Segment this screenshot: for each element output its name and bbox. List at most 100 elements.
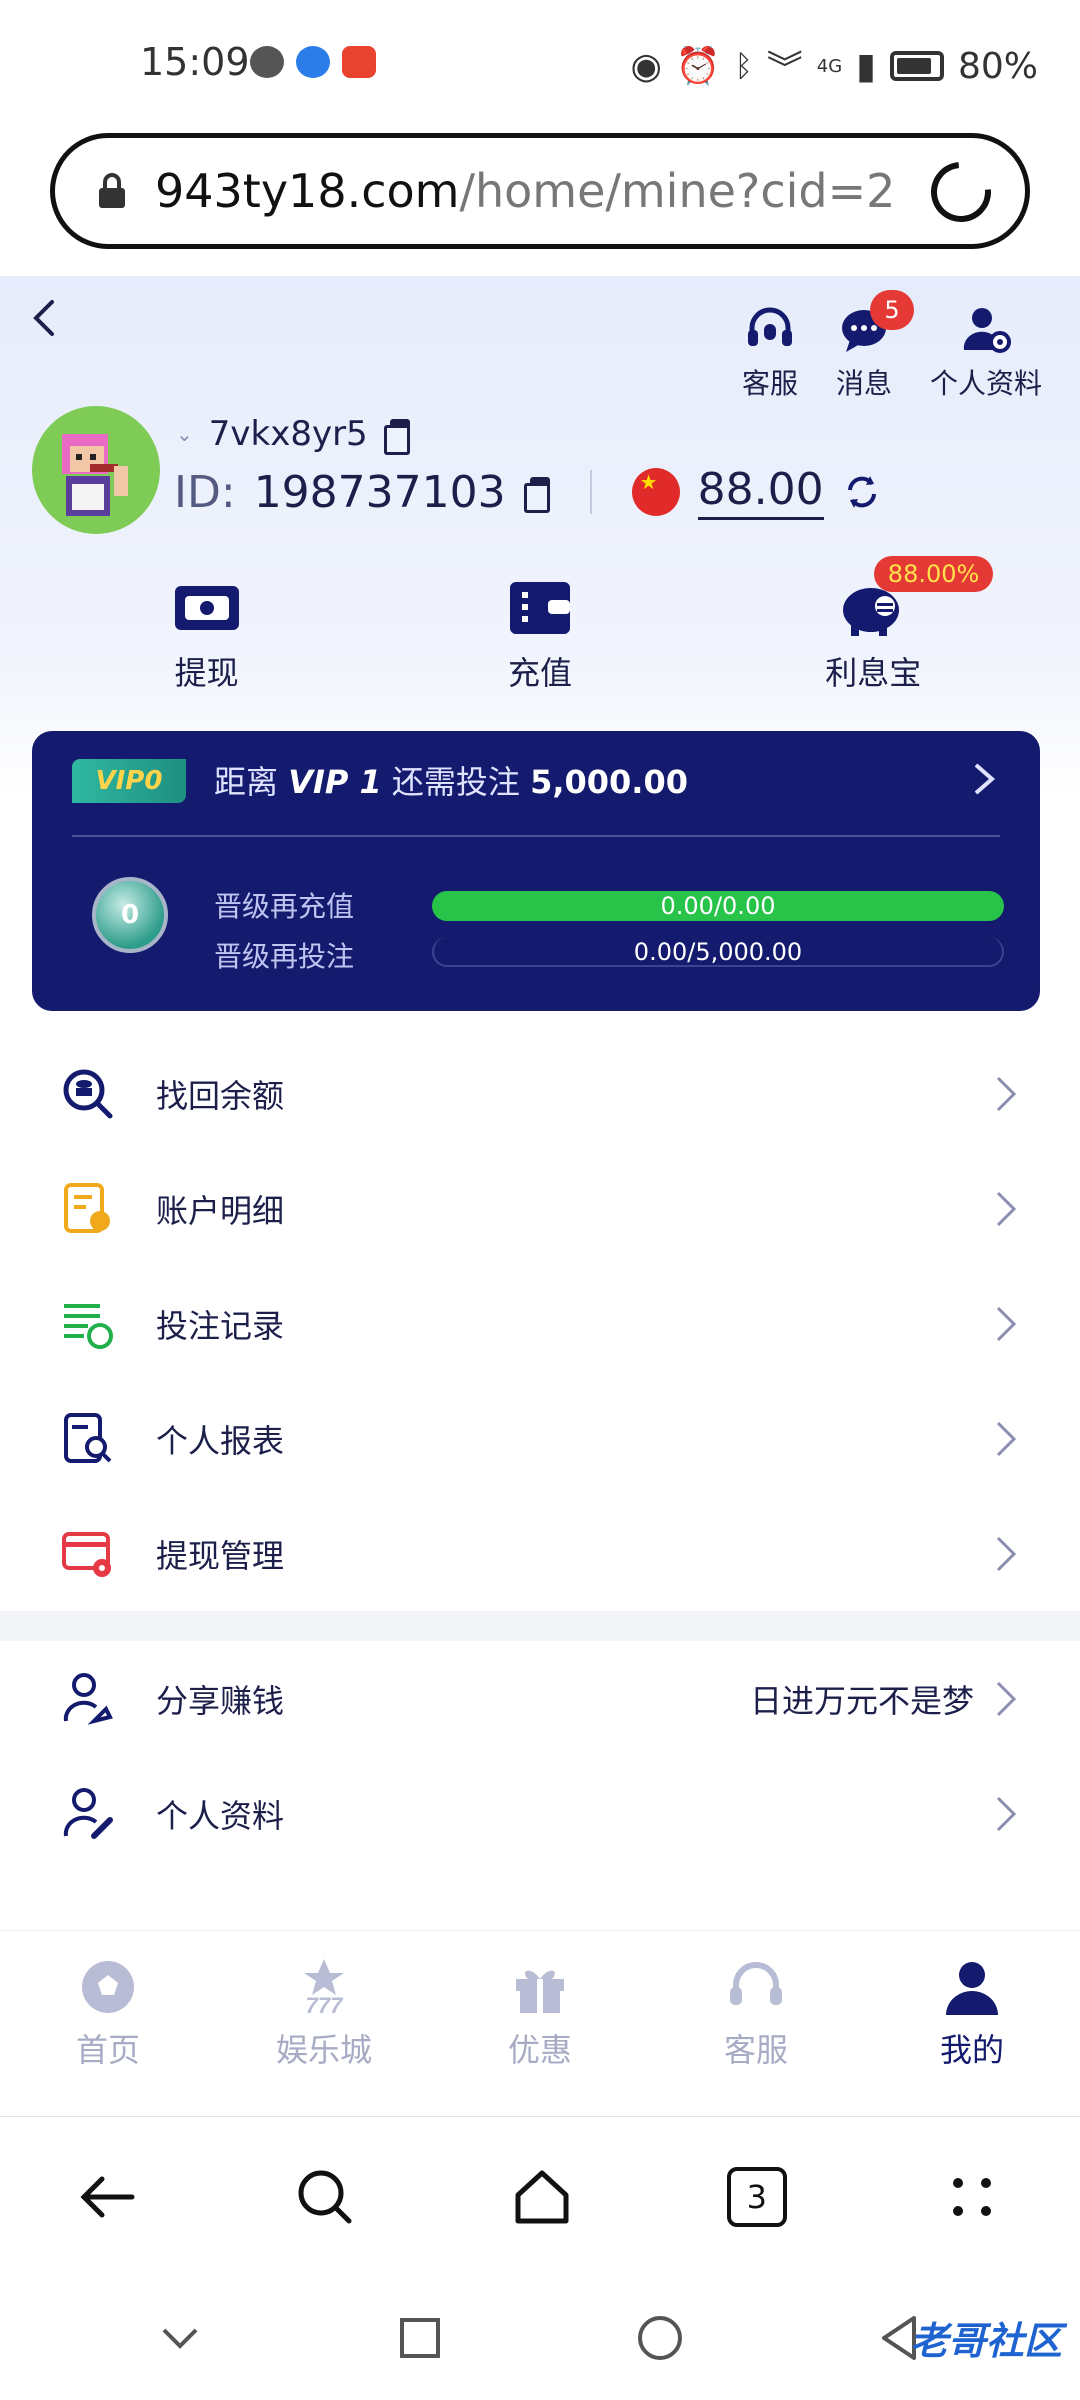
tab-label: 客服 xyxy=(723,2031,788,2069)
refresh-icon[interactable] xyxy=(842,472,882,512)
bluetooth-icon: ᛒ xyxy=(734,48,753,84)
chevron-right-icon xyxy=(996,1306,1017,1341)
chevron-right-icon xyxy=(996,1191,1017,1226)
tab-mine[interactable]: 我的 xyxy=(864,1931,1080,2116)
lock-icon xyxy=(99,173,125,208)
report-icon xyxy=(64,1412,112,1463)
tab-home[interactable]: 首页 xyxy=(0,1931,216,2116)
menu-item-profile[interactable]: 个人资料 xyxy=(0,1756,1080,1871)
recent-apps-icon[interactable] xyxy=(394,2312,446,2364)
battery-icon xyxy=(889,51,944,81)
chevron-down-icon[interactable]: ⌄ xyxy=(176,422,193,446)
copy-username-icon[interactable] xyxy=(383,419,410,455)
messages-button[interactable]: 5 消息 xyxy=(835,290,914,402)
divider xyxy=(72,835,1000,837)
interest-rate-badge: 88.00% xyxy=(873,556,994,592)
menu-item-personal-report[interactable]: 个人报表 xyxy=(0,1381,1080,1496)
quick-actions: 提现 充值 88.00% 利息宝 xyxy=(0,556,1080,694)
tab-customer-service[interactable]: 客服 xyxy=(648,1931,864,2116)
withdraw-button[interactable]: 提现 xyxy=(97,576,317,694)
user-icon xyxy=(946,1962,998,2015)
alarm-icon: ⏰ xyxy=(675,46,721,87)
chevron-right-icon xyxy=(996,1421,1017,1456)
menu-item-bet-records[interactable]: 投注记录 xyxy=(0,1266,1080,1381)
menu-label: 投注记录 xyxy=(156,1306,285,1345)
chevron-down-icon[interactable] xyxy=(154,2312,206,2364)
browser-toolbar: 3 xyxy=(0,2116,1080,2276)
more-menu-icon[interactable] xyxy=(940,2165,1004,2229)
svg-text:777: 777 xyxy=(306,1993,344,2017)
coin-search-icon xyxy=(63,1069,113,1118)
bottom-tab-bar: 首页 777 娱乐城 优惠 客服 我的 xyxy=(0,1930,1080,2116)
user-id: 198737103 xyxy=(253,466,506,518)
tab-count-button[interactable]: 3 xyxy=(726,2166,787,2227)
red-packet-icon xyxy=(342,46,376,78)
vip-medal-level: 0 xyxy=(120,900,140,930)
tab-label: 首页 xyxy=(75,2031,140,2069)
vip-level-badge: VIP0 xyxy=(72,759,186,803)
status-time: 15:09 xyxy=(140,40,250,84)
vip-text-prefix: 距离 xyxy=(214,763,279,801)
user-settings-icon xyxy=(963,308,1011,353)
slot-777-icon: 777 xyxy=(304,1959,344,2017)
chevron-right-icon xyxy=(996,1796,1017,1831)
wechat-icon xyxy=(250,46,284,78)
menu-item-share-earn[interactable]: 分享赚钱 日进万元不是梦 xyxy=(0,1641,1080,1756)
china-flag-icon xyxy=(631,468,680,516)
eye-icon: ◉ xyxy=(630,45,662,87)
customer-service-button[interactable]: 客服 xyxy=(742,304,798,402)
copy-id-icon[interactable] xyxy=(523,477,550,513)
menu-label: 分享赚钱 xyxy=(156,1681,285,1720)
vip-text-mid: 还需投注 xyxy=(391,763,520,801)
home-icon[interactable] xyxy=(510,2165,574,2229)
vip-card[interactable]: VIP0 距离 VIP 1 还需投注 5,000.00 0 晋级再充值 晋级再投… xyxy=(32,731,1040,1011)
profile-settings-button[interactable]: 个人资料 xyxy=(930,304,1042,402)
pixel-character-icon xyxy=(62,434,128,516)
notification-icons xyxy=(250,46,376,78)
share-slogan: 日进万元不是梦 xyxy=(749,1681,974,1720)
interest-treasure-button[interactable]: 88.00% 利息宝 xyxy=(763,556,994,694)
avatar[interactable] xyxy=(32,406,160,534)
menu-item-recover-balance[interactable]: 找回余额 xyxy=(0,1036,1080,1151)
profile-edit-icon xyxy=(63,1787,113,1839)
mine-page: 客服 5 消息 个人资料 ⌄ 7vkx8yr5 ID: 198737103 ★ … xyxy=(0,276,1080,2116)
soccer-ball-icon xyxy=(82,1961,134,2013)
bet-record-icon xyxy=(64,1303,113,1349)
messages-label: 消息 xyxy=(835,367,892,400)
bet-progress-bar: 0.00/5,000.00 xyxy=(432,937,1004,967)
gift-icon xyxy=(516,1970,564,2013)
menu-label: 个人资料 xyxy=(156,1796,285,1835)
wifi-icon: ︾ xyxy=(766,49,803,90)
recharge-button[interactable]: 充值 xyxy=(430,576,650,694)
chevron-right-icon xyxy=(996,1536,1017,1571)
interest-treasure-label: 利息宝 xyxy=(825,654,922,692)
reload-icon[interactable] xyxy=(918,149,1004,235)
url-path: /home/mine?cid=215 xyxy=(459,164,895,218)
chevron-right-icon xyxy=(996,1076,1017,1111)
recharge-upgrade-label: 晋级再充值 xyxy=(214,890,355,923)
tab-promotions[interactable]: 优惠 xyxy=(432,1931,648,2116)
tab-casino[interactable]: 777 娱乐城 xyxy=(216,1931,432,2116)
chevron-right-icon xyxy=(996,1681,1017,1716)
url-text[interactable]: 943ty18.com/home/mine?cid=215 xyxy=(155,164,895,218)
menu-label: 个人报表 xyxy=(156,1421,285,1460)
vip-next-level: VIP 1 xyxy=(288,763,382,801)
id-label: ID: xyxy=(174,466,236,518)
url-bar[interactable]: 943ty18.com/home/mine?cid=215 xyxy=(50,133,1030,249)
menu-item-withdraw-management[interactable]: 提现管理 xyxy=(0,1496,1080,1611)
home-circle-icon[interactable] xyxy=(634,2312,686,2364)
bet-upgrade-label: 晋级再投注 xyxy=(214,940,355,973)
watermark-logo: 老哥社区 xyxy=(909,2319,1062,2363)
recharge-progress-bar: 0.00/0.00 xyxy=(432,891,1004,921)
menu-label: 账户明细 xyxy=(156,1191,285,1230)
search-icon[interactable] xyxy=(293,2165,357,2229)
network-type: 4G xyxy=(816,55,843,77)
headset-icon xyxy=(747,307,792,346)
menu-label: 提现管理 xyxy=(156,1536,285,1575)
chevron-right-icon[interactable] xyxy=(970,761,1000,797)
app-notification-icon xyxy=(296,46,330,78)
menu-item-account-details[interactable]: 账户明细 xyxy=(0,1151,1080,1266)
id-row: ID: 198737103 88.00 xyxy=(174,464,882,520)
back-arrow-icon[interactable] xyxy=(26,298,66,338)
back-arrow-icon[interactable] xyxy=(76,2165,140,2229)
